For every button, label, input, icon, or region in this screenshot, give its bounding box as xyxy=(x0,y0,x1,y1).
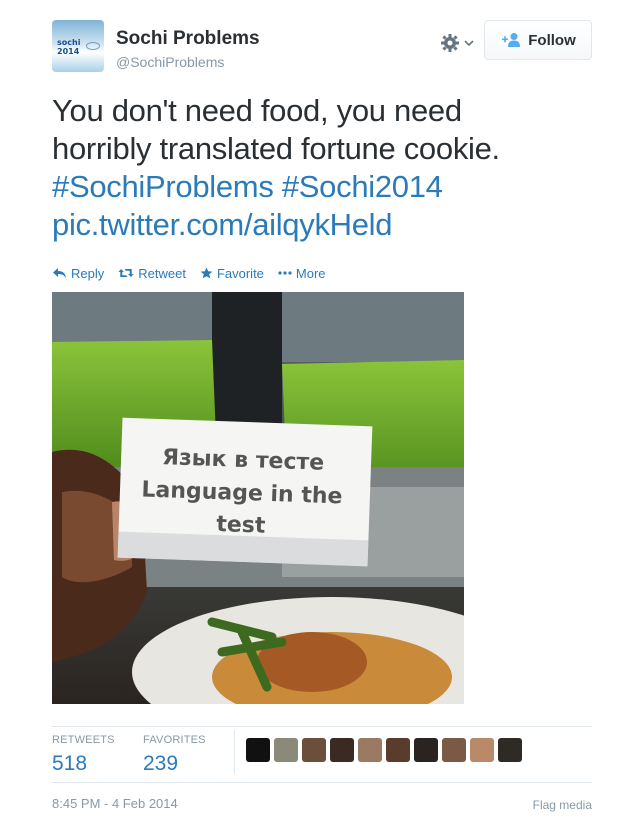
favoriter-avatar[interactable] xyxy=(442,738,466,762)
reply-icon xyxy=(53,268,66,278)
tweet-line: horribly translated fortune cookie. xyxy=(52,131,500,166)
reply-button[interactable]: Reply xyxy=(52,264,104,282)
follow-button[interactable]: Follow xyxy=(484,20,592,60)
user-name[interactable]: Sochi Problems xyxy=(116,28,260,50)
favorites-stat[interactable]: FAVORITES 239 xyxy=(143,734,206,776)
hashtag-line: #SochiProblems #Sochi2014 xyxy=(52,168,597,206)
hashtag-link[interactable]: #Sochi2014 xyxy=(282,169,443,204)
more-button[interactable]: More xyxy=(278,264,326,282)
retweet-button[interactable]: Retweet xyxy=(118,264,186,282)
favoriter-avatar[interactable] xyxy=(274,738,298,762)
retweet-label: Retweet xyxy=(138,265,186,281)
retweet-icon xyxy=(118,269,134,277)
more-dots-icon xyxy=(278,271,292,275)
follow-label: Follow xyxy=(528,31,576,49)
favoriter-avatar[interactable] xyxy=(330,738,354,762)
favoriter-avatar[interactable] xyxy=(414,738,438,762)
tweet-header: sochi 2014 Sochi Problems @SochiProblems xyxy=(52,20,592,76)
avatar[interactable]: sochi 2014 xyxy=(52,20,104,72)
user-handle[interactable]: @SochiProblems xyxy=(116,54,224,70)
timestamp[interactable]: 8:45 PM - 4 Feb 2014 xyxy=(52,796,178,811)
tweet-photo[interactable]: Язык в тесте Language in the test xyxy=(52,292,464,704)
tweet-footer: 8:45 PM - 4 Feb 2014 Flag media xyxy=(52,796,592,814)
media-link[interactable]: pic.twitter.com/ailqykHeld xyxy=(52,207,393,242)
favoriter-avatar[interactable] xyxy=(470,738,494,762)
retweets-stat[interactable]: RETWEETS 518 xyxy=(52,734,115,776)
favorites-label: FAVORITES xyxy=(143,734,206,746)
hashtag-link[interactable]: #SochiProblems xyxy=(52,169,274,204)
retweets-label: RETWEETS xyxy=(52,734,115,746)
flag-media-link[interactable]: Flag media xyxy=(533,798,592,812)
add-user-icon xyxy=(500,32,522,48)
divider xyxy=(52,782,592,783)
favorite-button[interactable]: Favorite xyxy=(200,264,264,282)
settings-dropdown[interactable] xyxy=(440,32,476,54)
retweets-count: 518 xyxy=(52,752,88,775)
divider xyxy=(52,726,592,727)
star-icon xyxy=(200,267,213,279)
stats-separator xyxy=(234,730,235,774)
sign-text-english: test xyxy=(216,512,266,539)
favorites-count: 239 xyxy=(143,752,179,775)
tweet-line: You don't need food, you need xyxy=(52,93,462,128)
olympic-ring-icon xyxy=(86,42,100,50)
favoriter-avatar[interactable] xyxy=(386,738,410,762)
favoriter-avatar[interactable] xyxy=(498,738,522,762)
tweet-actions: Reply Retweet Favorite More xyxy=(52,264,326,282)
favoriter-avatar[interactable] xyxy=(358,738,382,762)
photo-illustration: Язык в тесте Language in the test xyxy=(52,292,464,704)
more-label: More xyxy=(295,265,326,281)
gear-icon xyxy=(441,34,474,52)
favorite-label: Favorite xyxy=(216,265,264,281)
favoriter-avatar[interactable] xyxy=(246,738,270,762)
favoriter-avatar[interactable] xyxy=(302,738,326,762)
reply-label: Reply xyxy=(71,265,105,281)
favoriters-list xyxy=(246,738,522,762)
tweet-text: You don't need food, you need horribly t… xyxy=(52,92,597,244)
